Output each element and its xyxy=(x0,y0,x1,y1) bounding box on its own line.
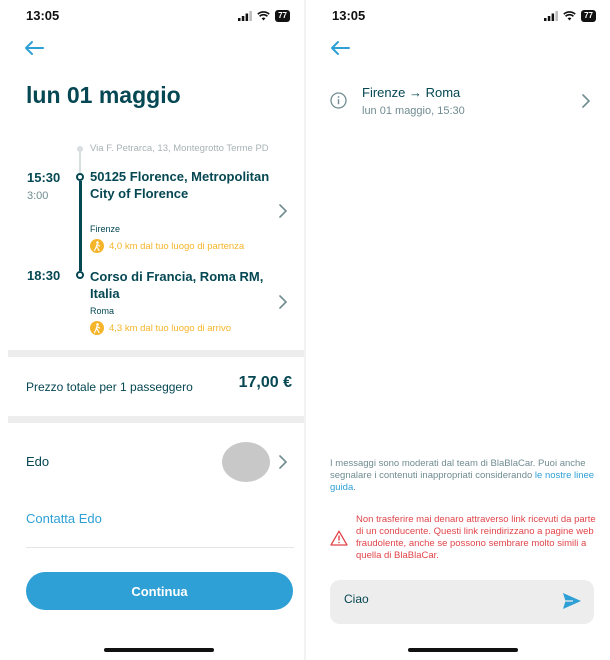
avatar[interactable] xyxy=(222,442,270,482)
walk-icon xyxy=(90,239,104,253)
trip-details-screen: 13:05 77 lun 01 maggio Via F. Petrarca, … xyxy=(0,0,304,660)
signal-icon xyxy=(238,11,252,21)
home-indicator xyxy=(408,648,518,652)
pickup-address: Via F. Petrarca, 13, Montegrotto Terme P… xyxy=(90,143,269,154)
departure-city: Firenze xyxy=(90,224,121,234)
battery-icon: 77 xyxy=(581,10,596,22)
departure-dot xyxy=(76,173,84,181)
section-divider xyxy=(8,350,304,357)
arrival-place[interactable]: Corso di Francia, Roma RM, Italia xyxy=(90,268,270,302)
moderation-notice: I messaggi sono moderati dal team di Bla… xyxy=(330,458,595,493)
status-bar: 13:05 77 xyxy=(306,8,610,26)
departure-walk-text: 4,0 km dal tuo luogo di partenza xyxy=(109,240,245,252)
continue-button[interactable]: Continua xyxy=(26,572,293,610)
status-time: 13:05 xyxy=(332,8,366,23)
chevron-right-icon[interactable] xyxy=(279,455,287,469)
info-icon xyxy=(330,92,347,109)
price-label: Prezzo totale per 1 passeggero xyxy=(26,380,193,394)
warning-icon xyxy=(330,530,348,546)
chevron-right-icon[interactable] xyxy=(582,94,590,108)
signal-icon xyxy=(544,11,558,21)
timeline-line xyxy=(78,181,82,271)
contact-driver-link[interactable]: Contatta Edo xyxy=(26,511,102,526)
price-value: 17,00 € xyxy=(238,374,292,391)
page-title: lun 01 maggio xyxy=(26,82,181,108)
status-bar: 13:05 77 xyxy=(0,8,304,26)
section-divider xyxy=(8,416,304,423)
back-arrow-icon[interactable] xyxy=(24,40,44,56)
trip-duration: 3:00 xyxy=(27,190,49,202)
status-time: 13:05 xyxy=(26,8,60,23)
message-input[interactable] xyxy=(344,592,544,606)
departure-time: 15:30 xyxy=(27,170,61,185)
divider xyxy=(26,547,294,548)
wifi-icon xyxy=(257,11,270,21)
walk-icon xyxy=(90,321,104,335)
chevron-right-icon[interactable] xyxy=(279,204,287,218)
trip-summary-row[interactable]: Firenze → Roma lun 01 maggio, 15:30 xyxy=(306,80,610,126)
wifi-icon xyxy=(563,11,576,21)
driver-name[interactable]: Edo xyxy=(26,454,49,469)
arrival-time: 18:30 xyxy=(27,268,61,283)
chat-screen: 13:05 77 Firenze → Roma lun 01 maggio, 1… xyxy=(306,0,610,660)
arrival-city: Roma xyxy=(90,306,115,316)
arrival-walk-distance: 4,3 km dal tuo luogo di arrivo xyxy=(90,321,231,335)
fraud-warning: Non trasferire mai denaro attraverso lin… xyxy=(356,514,596,561)
arrival-walk-text: 4,3 km dal tuo luogo di arrivo xyxy=(109,322,231,334)
departure-walk-distance: 4,0 km dal tuo luogo di partenza xyxy=(90,239,244,253)
arrival-dot xyxy=(76,271,84,279)
chevron-right-icon[interactable] xyxy=(279,295,287,309)
trip-route: Firenze → Roma xyxy=(362,85,461,100)
departure-place[interactable]: 50125 Florence, Metropolitan City of Flo… xyxy=(90,168,270,202)
battery-icon: 77 xyxy=(275,10,290,22)
send-icon[interactable] xyxy=(562,592,582,610)
trip-date: lun 01 maggio, 15:30 xyxy=(362,105,465,117)
message-composer xyxy=(330,580,594,624)
home-indicator xyxy=(104,648,214,652)
back-arrow-icon[interactable] xyxy=(330,40,350,56)
